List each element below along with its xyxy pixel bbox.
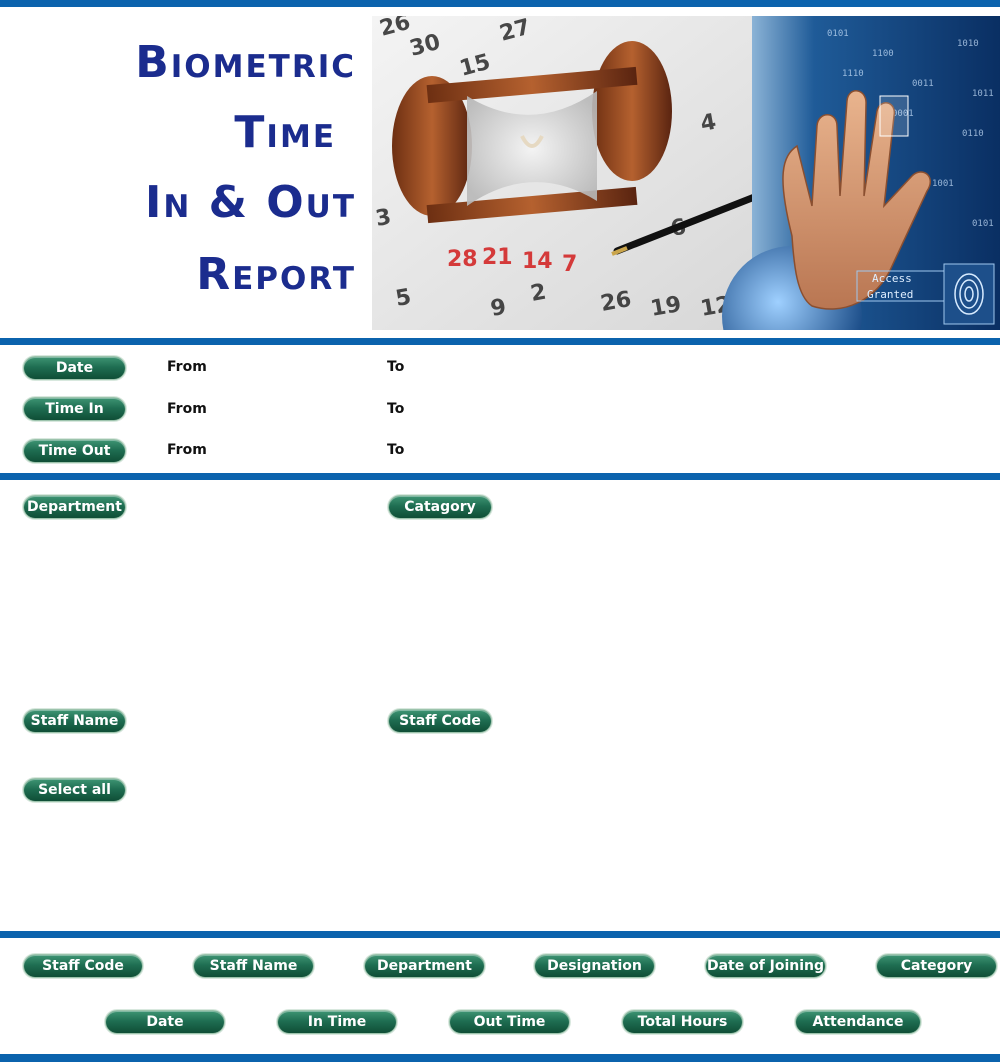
svg-text:14: 14 [522, 249, 553, 274]
title-line-2: Time [234, 107, 336, 158]
date-from-label: From [167, 359, 207, 375]
date-to-label: To [387, 359, 405, 375]
column-in-time-button[interactable]: In Time [277, 1010, 397, 1034]
svg-text:1110: 1110 [842, 69, 864, 79]
fingerprint-icon [943, 263, 995, 325]
filters-divider [0, 473, 1000, 480]
top-divider [0, 0, 1000, 7]
svg-text:1100: 1100 [872, 49, 894, 59]
time-in-button[interactable]: Time In [23, 397, 126, 421]
column-total-hours-button[interactable]: Total Hours [622, 1010, 743, 1034]
svg-text:1011: 1011 [972, 89, 994, 99]
selection-divider [0, 931, 1000, 938]
time-in-from-label: From [167, 401, 207, 417]
date-button[interactable]: Date [23, 356, 126, 380]
access-text-2: Granted [867, 288, 913, 301]
column-category-button[interactable]: Category [876, 954, 997, 978]
svg-text:26: 26 [599, 287, 634, 317]
category-button[interactable]: Catagory [388, 495, 492, 519]
department-button[interactable]: Department [23, 495, 126, 519]
hero-illustration: 26 30 15 27 3 5 9 2 26 19 12 5 4 6 28 21… [372, 16, 1000, 330]
column-department-button[interactable]: Department [364, 954, 485, 978]
svg-text:0101: 0101 [972, 219, 994, 229]
svg-text:28: 28 [447, 247, 478, 272]
title-line-1: Biometric [135, 37, 356, 88]
svg-text:7: 7 [562, 252, 577, 277]
svg-text:0011: 0011 [912, 79, 934, 89]
time-out-from-label: From [167, 442, 207, 458]
svg-text:19: 19 [649, 292, 684, 322]
svg-text:0110: 0110 [962, 129, 984, 139]
column-date-of-joining-button[interactable]: Date of Joining [705, 954, 826, 978]
time-out-button[interactable]: Time Out [23, 439, 126, 463]
column-out-time-button[interactable]: Out Time [449, 1010, 570, 1034]
svg-text:21: 21 [482, 245, 513, 270]
staff-code-button[interactable]: Staff Code [388, 709, 492, 733]
report-title: Biometric Time In & Out Report [0, 7, 372, 337]
svg-text:1010: 1010 [957, 39, 979, 49]
title-line-4: Report [196, 249, 356, 300]
hero-image: 26 30 15 27 3 5 9 2 26 19 12 5 4 6 28 21… [372, 16, 1000, 330]
access-text-1: Access [872, 272, 912, 285]
svg-text:0101: 0101 [827, 29, 849, 39]
select-all-button[interactable]: Select all [23, 778, 126, 802]
time-in-to-label: To [387, 401, 405, 417]
column-designation-button[interactable]: Designation [534, 954, 655, 978]
header-divider [0, 338, 1000, 345]
column-staff-code-button[interactable]: Staff Code [23, 954, 143, 978]
column-date-button[interactable]: Date [105, 1010, 225, 1034]
time-out-to-label: To [387, 442, 405, 458]
title-line-3: In & Out [144, 177, 356, 228]
column-attendance-button[interactable]: Attendance [795, 1010, 921, 1034]
column-staff-name-button[interactable]: Staff Name [193, 954, 314, 978]
bottom-divider [0, 1054, 1000, 1062]
staff-name-button[interactable]: Staff Name [23, 709, 126, 733]
svg-text:1001: 1001 [932, 179, 954, 189]
